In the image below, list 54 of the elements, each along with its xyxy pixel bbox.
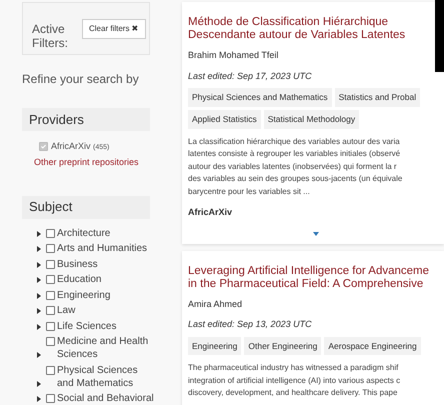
subject-tag[interactable]: Physical Sciences and Mathematics bbox=[188, 88, 332, 107]
author-name: Amira Ahmed bbox=[188, 298, 244, 310]
expand-triangle-icon[interactable] bbox=[37, 352, 41, 358]
subject-tag[interactable]: Applied Statistics bbox=[188, 110, 261, 128]
checkbox[interactable] bbox=[46, 260, 55, 268]
dark-panel bbox=[435, 0, 444, 72]
expand-triangle-icon[interactable] bbox=[37, 324, 41, 330]
result-title[interactable]: Leveraging Artificial Intelligence for Advanceme in the Pharmaceutical Field: A Comprehensive bbox=[188, 264, 430, 290]
checkbox[interactable] bbox=[46, 290, 55, 300]
checkbox[interactable] bbox=[46, 394, 55, 403]
subject-header: Subject bbox=[22, 196, 150, 218]
abstract-text: La classification hiérarchique des variables autour des varia latentes consiste à regrouper les variables initiales (observé autour des variables latentes (inobservées) qui forment la r des variables au sein des groupes sous-jacents (un équivale barycentre pour les variables sit ... bbox=[188, 136, 404, 198]
other-repositories-link[interactable]: Other preprint repositories bbox=[34, 156, 150, 170]
expand-triangle-icon[interactable] bbox=[37, 262, 41, 268]
expand-triangle-icon[interactable] bbox=[37, 277, 41, 283]
last-edited-date: Last edited: Sep 17, 2023 UTC bbox=[188, 70, 313, 83]
subject-tag[interactable]: Statistical Methodology bbox=[264, 110, 360, 128]
subject-label: Law bbox=[57, 304, 76, 317]
expand-triangle-icon[interactable] bbox=[37, 292, 41, 298]
subject-label: Education bbox=[57, 273, 102, 286]
expand-triangle-icon[interactable] bbox=[37, 380, 41, 386]
subject-tag[interactable]: Engineering bbox=[188, 336, 242, 356]
providers-header: Providers bbox=[22, 108, 150, 131]
expand-triangle-icon[interactable] bbox=[37, 308, 41, 314]
expand-triangle-icon[interactable] bbox=[37, 230, 41, 236]
provider-name: AfricArXiv bbox=[188, 206, 234, 219]
expand-triangle-icon[interactable] bbox=[37, 246, 41, 252]
expand-caret-icon[interactable] bbox=[313, 232, 319, 236]
subject-label: Physical Sciences and Mathematics bbox=[57, 364, 139, 390]
checkbox[interactable] bbox=[46, 322, 55, 330]
expand-triangle-icon[interactable] bbox=[37, 396, 41, 402]
subject-tag[interactable]: Statistics and Probal bbox=[334, 88, 420, 107]
checkbox[interactable] bbox=[46, 244, 55, 253]
subject-label: Business bbox=[57, 258, 99, 270]
subject-tag[interactable]: Aerospace Engineering bbox=[324, 336, 421, 356]
clear-filters-button[interactable]: Clear filters ✖ bbox=[82, 19, 146, 39]
subject-label: Arts and Humanities bbox=[57, 242, 148, 255]
refine-heading: Refine your search by bbox=[22, 71, 140, 88]
checkbox[interactable] bbox=[46, 275, 55, 284]
subject-label: Engineering bbox=[57, 288, 112, 302]
subject-tag[interactable]: Other Engineering bbox=[244, 336, 322, 356]
checkbox[interactable] bbox=[46, 366, 55, 374]
result-title[interactable]: Méthode de Classification Hiérarchique Descendante autour de Variables Latentes bbox=[188, 16, 406, 42]
author-name: Brahim Mohamed Tfeil bbox=[188, 49, 280, 62]
subject-label: Architecture bbox=[57, 226, 112, 240]
abstract-text: The pharmaceutical industry has witnessed a paradigm shif integration of artificial intelligence (AI) into various aspects c discovery, development, and healthcare delivery. This pape bbox=[188, 362, 402, 400]
checkbox[interactable] bbox=[46, 306, 55, 315]
subject-label: Life Sciences bbox=[57, 320, 118, 332]
active-filters-label: Active Filters: bbox=[32, 22, 69, 50]
checkbox[interactable] bbox=[46, 228, 55, 238]
subject-label: Medicine and Health Sciences bbox=[57, 335, 150, 361]
checkbox[interactable] bbox=[46, 337, 55, 346]
last-edited-date: Last edited: Sep 13, 2023 UTC bbox=[188, 318, 313, 331]
subject-label: Social and Behavioral bbox=[57, 392, 155, 405]
